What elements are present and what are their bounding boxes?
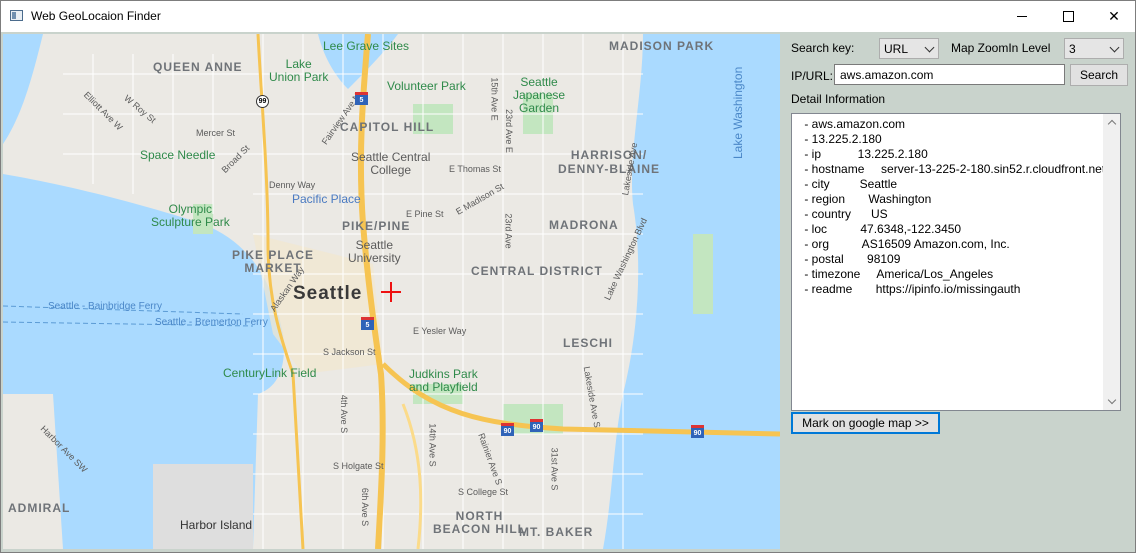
map-label-street: S College St xyxy=(458,487,509,497)
ip-url-input[interactable]: aws.amazon.com xyxy=(834,64,1065,85)
detail-line: - ip 13.225.2.180 xyxy=(801,147,928,161)
map-label-poi: Seattle Central College xyxy=(351,150,431,177)
map-label-street: 23rd Ave xyxy=(503,213,514,249)
chevron-down-icon xyxy=(1109,42,1120,53)
map-label-district: QUEEN ANNE xyxy=(153,60,243,74)
highway-shield: 5 xyxy=(355,92,368,105)
highway-shield: 90 xyxy=(691,425,704,438)
detail-info-content: - aws.amazon.com - 13.225.2.180 - ip 13.… xyxy=(801,117,1105,297)
window-title: Web GeoLocaion Finder xyxy=(31,9,161,23)
map-label-street: Denny Way xyxy=(269,180,316,190)
title-bar[interactable]: Web GeoLocaion Finder ✕ xyxy=(1,1,1135,32)
map-label-street: 6th Ave S xyxy=(360,487,371,527)
map-label-district: LESCHI xyxy=(563,336,614,350)
map-label-street: 23rd Ave E xyxy=(503,109,514,153)
map-label-park: CenturyLink Field xyxy=(223,366,317,380)
map-label-water: Seattle - Bainbridge Ferry xyxy=(48,301,162,312)
detail-line: - city Seattle xyxy=(801,177,898,191)
search-button[interactable]: Search xyxy=(1070,64,1128,86)
detail-line: - country US xyxy=(801,207,888,221)
map-label-street: 4th Ave S xyxy=(339,394,350,434)
highway-shield: 90 xyxy=(530,419,543,432)
map-label-street: E Pine St xyxy=(406,209,444,219)
map-label-district: CENTRAL DISTRICT xyxy=(471,264,603,278)
highway-shield: 99 xyxy=(256,95,269,108)
control-panel: Search key: URL Map ZoomIn Level 3 IP/UR… xyxy=(784,34,1135,549)
map-label-district: CAPITOL HILL xyxy=(340,120,435,134)
map-label-district: PIKE/PINE xyxy=(342,219,411,233)
app-window: Web GeoLocaion Finder ✕ QUEEN ANNE CAPIT… xyxy=(0,0,1136,553)
map-label-street: S Jackson St xyxy=(323,347,376,357)
detail-line: - aws.amazon.com xyxy=(801,117,906,131)
detail-line: - postal 98109 xyxy=(801,252,901,266)
map-label-water: Lake Washington xyxy=(731,66,745,159)
vertical-scrollbar[interactable] xyxy=(1103,114,1120,410)
map-label-district: NORTH BEACON HILL xyxy=(433,509,526,536)
maximize-icon xyxy=(1062,11,1074,22)
highway-shield: 5 xyxy=(361,317,374,330)
map-view[interactable]: QUEEN ANNE CAPITOL HILL MADISON PARK HAR… xyxy=(3,34,780,549)
chevron-down-icon xyxy=(924,42,935,53)
search-key-label: Search key: xyxy=(791,41,855,55)
map-label-district: MADRONA xyxy=(549,218,619,232)
map-label-park: Space Needle xyxy=(140,148,216,162)
map-label-poi: Harbor Island xyxy=(180,518,253,532)
map-label-poi: Seattle University xyxy=(348,238,401,265)
location-marker-icon xyxy=(381,282,401,302)
map-label-water: Seattle - Bremerton Ferry xyxy=(155,317,268,328)
scroll-down-icon[interactable] xyxy=(1107,395,1117,405)
detail-line: - timezone America/Los_Angeles xyxy=(801,267,994,281)
detail-line: - hostname server-13-225-2-180.sin52.r.c… xyxy=(801,162,1106,176)
zoom-level-select[interactable]: 3 xyxy=(1064,38,1124,59)
app-icon xyxy=(10,10,23,21)
map-label-district: MT. BAKER xyxy=(519,525,594,539)
detail-line: - org AS16509 Amazon.com, Inc. xyxy=(801,237,1010,251)
map-label-park: Lake Union Park xyxy=(269,57,329,84)
detail-info-label: Detail Information xyxy=(791,92,886,106)
search-key-value: URL xyxy=(884,42,909,56)
maximize-button[interactable] xyxy=(1045,1,1091,32)
map-label-street: E Thomas St xyxy=(449,164,501,174)
ip-url-label: IP/URL: xyxy=(791,69,834,83)
zoom-level-label: Map ZoomIn Level xyxy=(951,41,1051,55)
minimize-button[interactable] xyxy=(999,1,1045,32)
close-icon: ✕ xyxy=(1108,8,1120,24)
scroll-up-icon[interactable] xyxy=(1107,119,1117,129)
map-label-district: ADMIRAL xyxy=(8,501,71,515)
map-label-poi: Pacific Place xyxy=(292,192,361,206)
minimize-icon xyxy=(1017,16,1027,17)
detail-line: - region Washington xyxy=(801,192,932,206)
map-label-street: S Holgate St xyxy=(333,461,384,471)
highway-shield: 90 xyxy=(501,423,514,436)
map-label-district: HARRISON/ DENNY-BLAINE xyxy=(558,148,661,176)
map-label-park: Olympic Sculpture Park xyxy=(151,202,230,229)
zoom-level-value: 3 xyxy=(1069,42,1076,56)
detail-line: - loc 47.6348,-122.3450 xyxy=(801,222,962,236)
map-label-street: 14th Ave S xyxy=(427,423,438,467)
detail-info-textarea[interactable]: - aws.amazon.com - 13.225.2.180 - ip 13.… xyxy=(791,113,1121,411)
detail-line: - readme https://ipinfo.io/missingauth xyxy=(801,282,1021,296)
map-label-park: Seattle Japanese Garden xyxy=(513,75,566,115)
map-label-street: E Yesler Way xyxy=(413,326,467,336)
map-label-street: 31st Ave S xyxy=(549,447,560,491)
mark-on-map-button[interactable]: Mark on google map >> xyxy=(791,412,940,434)
map-label-district: MADISON PARK xyxy=(609,39,715,53)
map-label-park: Volunteer Park xyxy=(387,79,466,93)
search-key-select[interactable]: URL xyxy=(879,38,939,59)
close-button[interactable]: ✕ xyxy=(1091,1,1136,32)
map-label-street: 15th Ave E xyxy=(489,77,500,121)
map-label-park: Lee Grave Sites xyxy=(323,39,410,53)
map-label-city: Seattle xyxy=(293,283,363,304)
map-label-street: Mercer St xyxy=(196,128,236,138)
map-label-park: Judkins Park and Playfield xyxy=(409,367,478,394)
detail-line: - 13.225.2.180 xyxy=(801,132,882,146)
